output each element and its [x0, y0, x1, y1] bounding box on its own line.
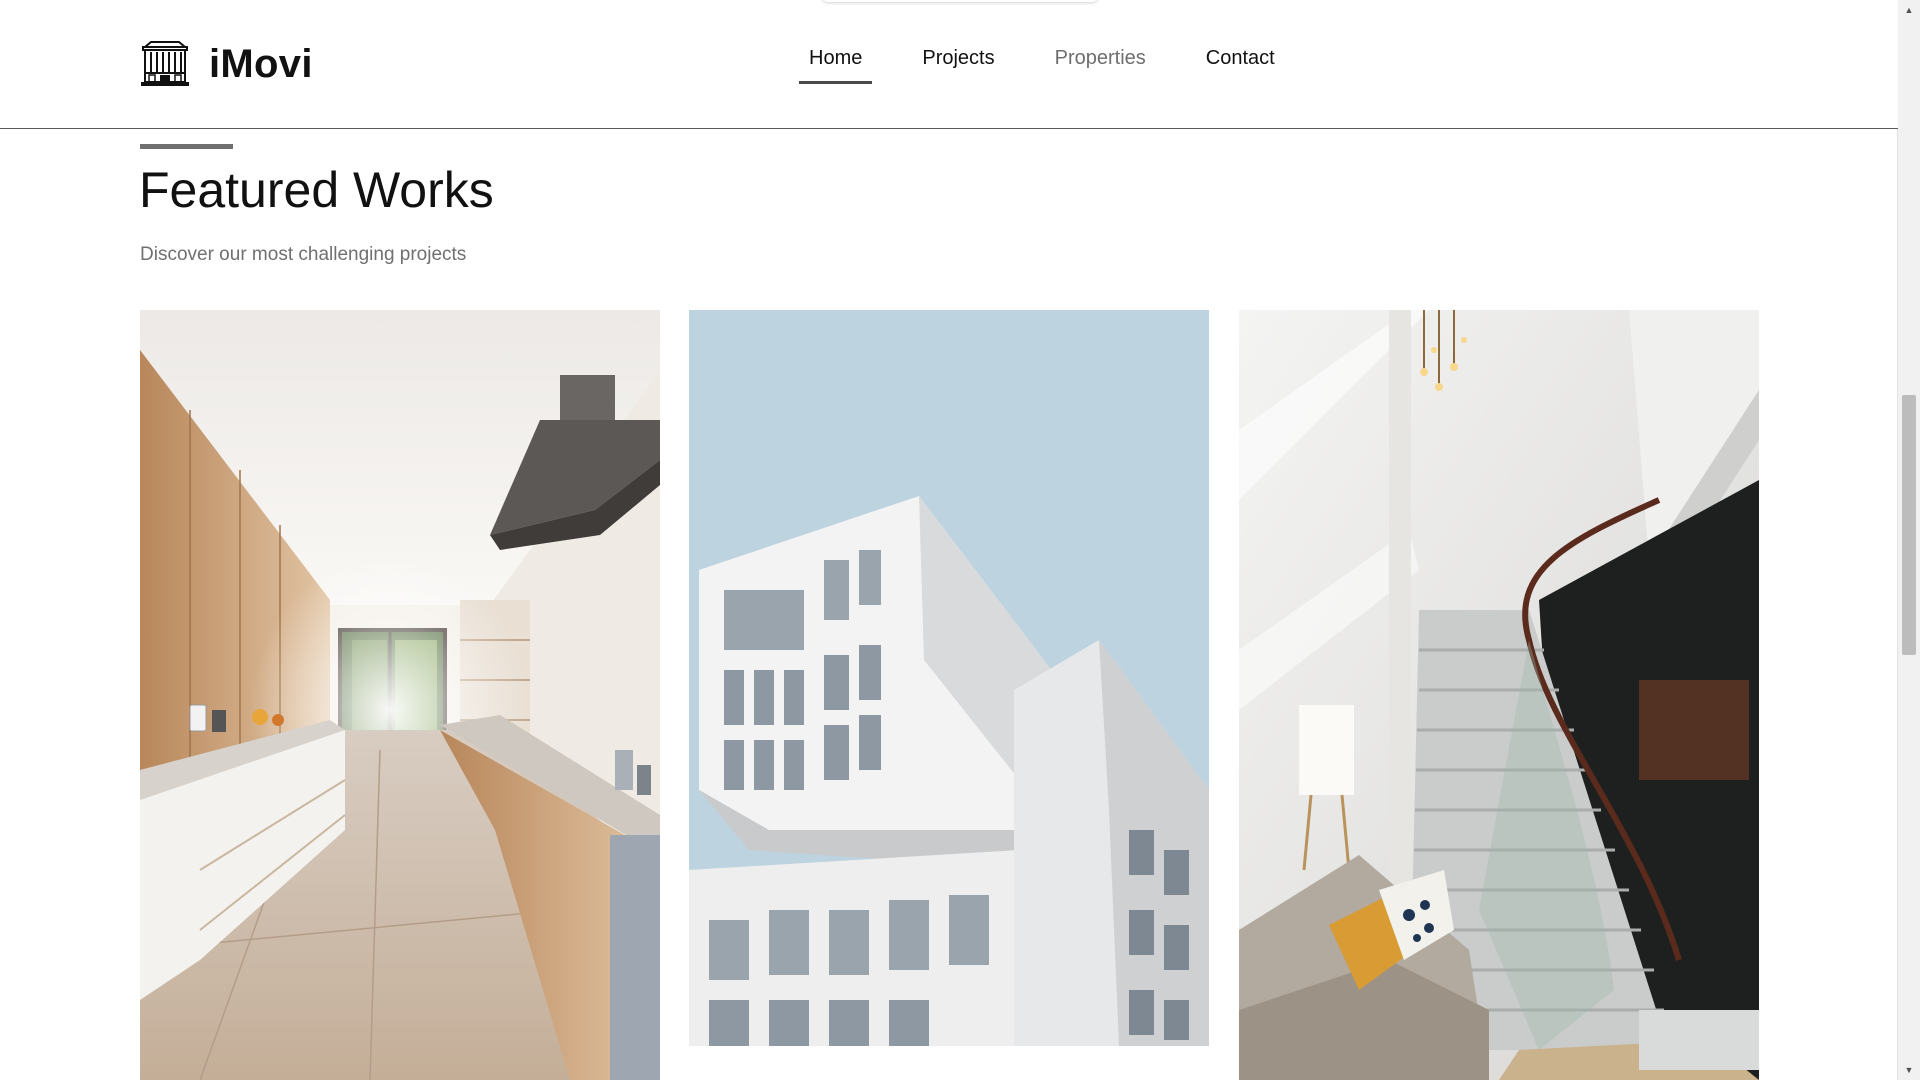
nav-projects[interactable]: Projects	[912, 45, 1004, 84]
section-subtitle: Discover our most challenging projects	[140, 244, 467, 265]
chevron-up-icon[interactable]: ▲	[1898, 2, 1920, 18]
project-card-building[interactable]	[689, 310, 1209, 1046]
nav-home[interactable]: Home	[799, 45, 873, 84]
staircase-image	[1239, 310, 1759, 1080]
nav-contact[interactable]: Contact	[1196, 45, 1285, 84]
building-icon	[141, 41, 189, 86]
kitchen-image	[140, 310, 660, 1080]
project-card-kitchen[interactable]	[140, 310, 660, 1080]
page: iMovi Home Projects Properties Contact F…	[0, 0, 1920, 1080]
brand-logo[interactable]: iMovi	[139, 40, 313, 88]
vertical-scrollbar[interactable]: ▲ ▼	[1897, 0, 1920, 1080]
brand-name: iMovi	[209, 41, 313, 86]
building-image	[689, 310, 1209, 1046]
nav-properties[interactable]: Properties	[1045, 45, 1156, 84]
chevron-down-icon[interactable]: ▼	[1898, 1062, 1920, 1078]
section-title: Featured Works	[139, 162, 494, 218]
section-accent-bar	[140, 144, 233, 149]
project-card-staircase[interactable]	[1239, 310, 1759, 1080]
main-nav: Home Projects Properties Contact	[799, 45, 1325, 84]
site-header: iMovi Home Projects Properties Contact	[0, 0, 1898, 129]
scrollbar-thumb[interactable]	[1902, 395, 1916, 655]
top-tab	[822, 0, 1098, 2]
